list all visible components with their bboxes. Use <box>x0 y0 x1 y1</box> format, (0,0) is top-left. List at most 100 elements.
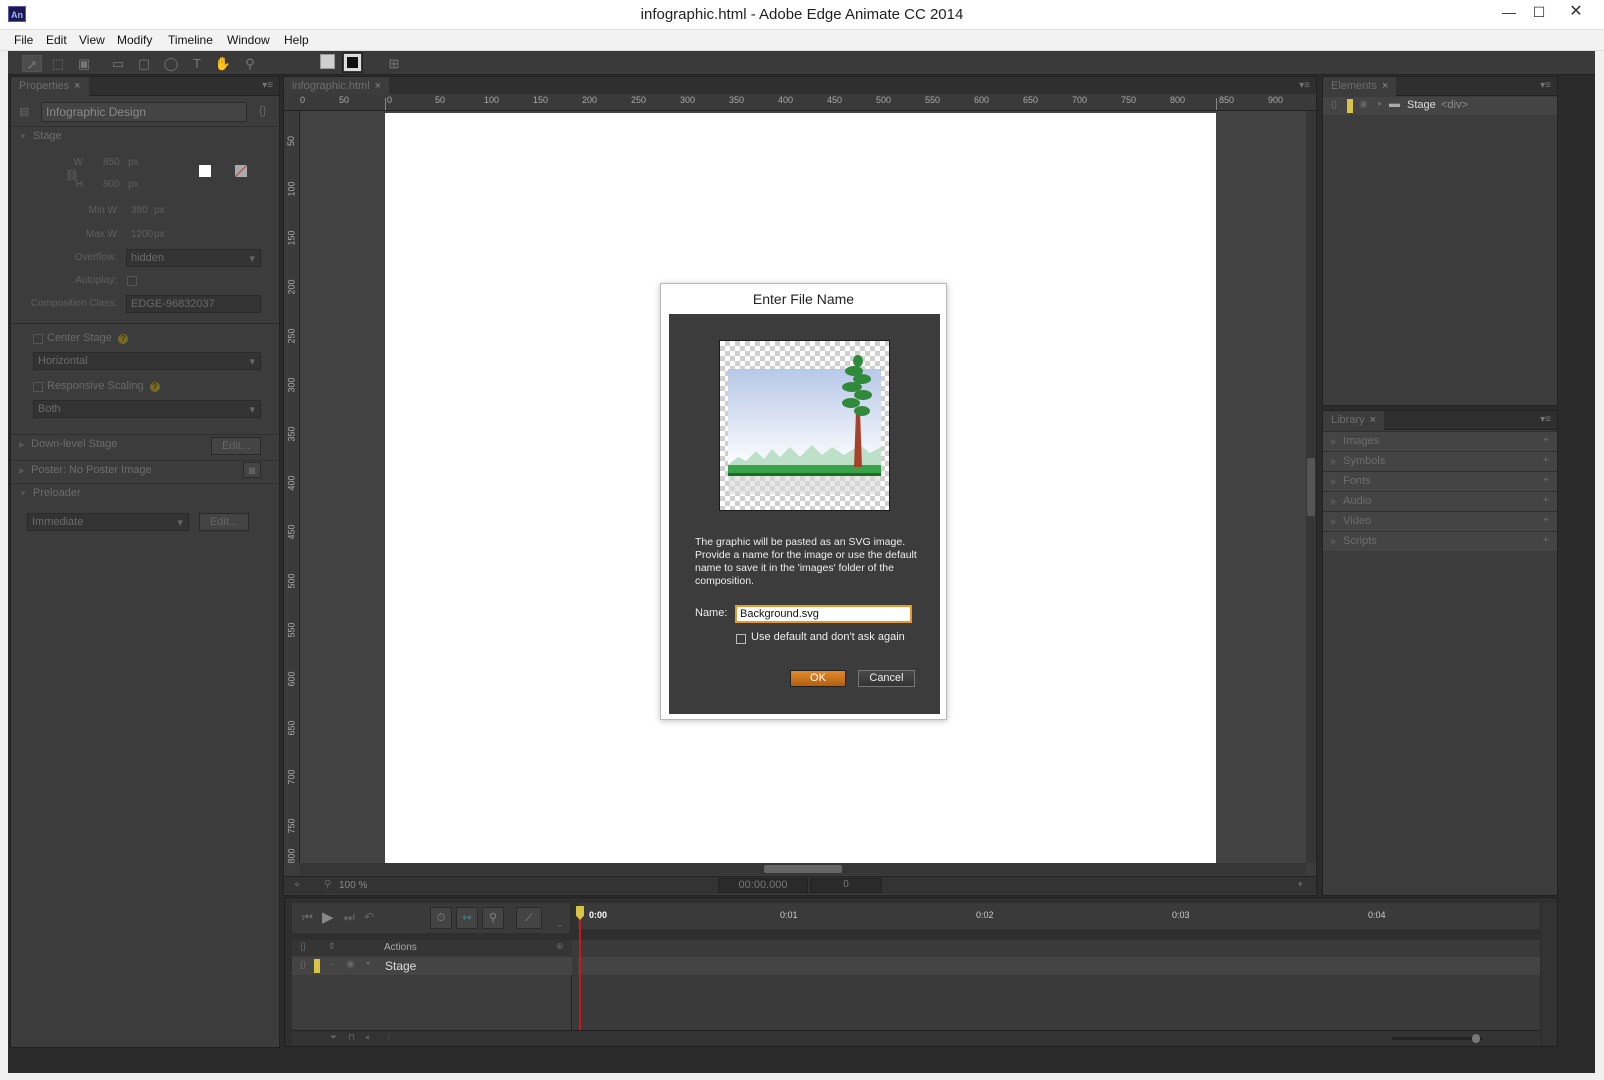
text-tool-icon[interactable]: T <box>187 55 207 72</box>
close-button[interactable]: ✕ <box>1556 0 1596 26</box>
w-unit[interactable]: px <box>128 157 139 168</box>
close-icon[interactable]: × <box>1382 80 1388 92</box>
grid-icon[interactable]: ⦙ <box>388 1032 390 1043</box>
panel-menu-icon[interactable]: ▾≡ <box>1299 80 1310 91</box>
timeline-actions-row[interactable]: {} ⇕ Actions ⊕ <box>292 940 572 956</box>
h-unit[interactable]: px <box>128 179 139 190</box>
menu-modify[interactable]: Modify <box>117 33 152 47</box>
lock-dot-icon[interactable]: ● <box>366 960 370 967</box>
downlevel-edit-button[interactable]: Edit... <box>211 437 261 455</box>
add-icon[interactable]: + <box>1543 434 1549 446</box>
library-section-audio[interactable]: ▶ Audio + <box>1323 491 1557 511</box>
min-w-unit[interactable]: px <box>154 205 165 216</box>
use-default-label[interactable]: Use default and don't ask again <box>751 631 905 643</box>
tab-library[interactable]: Library × <box>1323 411 1385 430</box>
panel-menu-icon[interactable]: ▾≡ <box>262 80 273 91</box>
composition-class-field[interactable]: EDGE-96832037 <box>126 295 261 313</box>
add-icon[interactable]: + <box>1543 494 1549 506</box>
timeline-vertical-scrollbar[interactable] <box>1542 903 1556 1045</box>
add-action-icon[interactable]: ⊕ <box>556 941 564 952</box>
section-poster[interactable]: ▶ Poster: No Poster Image <box>11 460 279 480</box>
preloader-edit-button[interactable]: Edit... <box>199 513 249 531</box>
timeline-ruler[interactable] <box>578 903 1540 929</box>
transform-tool-icon[interactable]: ⬚ <box>48 55 68 72</box>
max-w-value[interactable]: 1200 <box>131 229 153 240</box>
eye-icon[interactable]: ◉ <box>1359 99 1368 110</box>
horizontal-scroll-thumb[interactable] <box>764 865 842 873</box>
panel-menu-icon[interactable]: ▾≡ <box>1540 80 1551 91</box>
play-icon[interactable]: ▶ <box>322 908 334 926</box>
help-icon[interactable]: ? <box>117 334 128 344</box>
crosshair-icon[interactable]: ⌖ <box>294 879 300 892</box>
object-name-field[interactable]: Infographic Design <box>41 102 247 122</box>
selection-tool-icon[interactable]: ➚ <box>22 55 42 72</box>
w-value[interactable]: 850 <box>103 157 120 168</box>
ellipse-tool-icon[interactable]: ◯ <box>161 55 181 72</box>
menu-window[interactable]: Window <box>227 33 270 47</box>
library-section-video[interactable]: ▶ Video + <box>1323 511 1557 531</box>
menu-edit[interactable]: Edit <box>46 33 67 47</box>
close-icon[interactable]: × <box>1370 414 1376 426</box>
code-braces-icon[interactable]: {} <box>259 105 266 117</box>
stroke-color-swatch[interactable] <box>344 54 361 71</box>
collapse-icon[interactable]: – <box>330 959 335 969</box>
camera-icon[interactable]: ◙ <box>243 462 261 478</box>
menu-file[interactable]: File <box>14 33 33 47</box>
library-section-scripts[interactable]: ▶ Scripts + <box>1323 531 1557 551</box>
preloader-select[interactable]: Immediate <box>27 513 189 531</box>
max-w-unit[interactable]: px <box>154 229 165 240</box>
element-row-stage[interactable]: {} ◉ ● ▬ Stage <div> <box>1323 97 1557 115</box>
frame-display[interactable]: 0 <box>810 878 882 893</box>
playhead[interactable] <box>579 910 581 1030</box>
timeline-stage-track[interactable] <box>578 957 1540 975</box>
collapse-all-icon[interactable]: ⇕ <box>328 941 336 952</box>
audio-icon[interactable]: 🔈︎ <box>366 1032 371 1043</box>
add-icon[interactable]: + <box>1543 514 1549 526</box>
menu-timeline[interactable]: Timeline <box>168 33 213 47</box>
code-braces-icon[interactable]: {} <box>1331 99 1337 109</box>
responsive-scaling-select[interactable]: Both <box>33 400 261 418</box>
tab-elements[interactable]: Elements × <box>1323 77 1397 96</box>
help-icon[interactable]: ? <box>149 382 160 392</box>
section-stage[interactable]: ▼ Stage <box>11 126 279 146</box>
min-w-value[interactable]: 380 <box>131 205 148 216</box>
responsive-scaling-checkbox[interactable] <box>33 382 43 392</box>
code-braces-icon[interactable]: {} <box>300 959 306 969</box>
panel-menu-icon[interactable]: ▾≡ <box>1540 414 1551 425</box>
timeline-zoom-slider[interactable] <box>1392 1037 1482 1040</box>
library-section-images[interactable]: ▶ Images + <box>1323 431 1557 451</box>
go-to-start-icon[interactable]: ⏮ <box>302 910 313 925</box>
add-icon[interactable]: + <box>1543 454 1549 466</box>
stage-border-color-swatch[interactable] <box>235 165 247 177</box>
grid-icon[interactable]: ⊞ <box>384 55 404 72</box>
file-name-input[interactable]: Background.svg <box>735 605 912 623</box>
cancel-button[interactable]: Cancel <box>858 670 915 687</box>
use-default-checkbox[interactable] <box>736 634 746 644</box>
easing-icon[interactable]: ⟋ <box>516 907 542 929</box>
hand-tool-icon[interactable]: ✋ <box>213 55 233 72</box>
time-display[interactable]: 00:00.000 <box>718 878 808 893</box>
ok-button[interactable]: OK <box>790 670 846 687</box>
minimize-button[interactable]: — <box>1494 0 1524 26</box>
stage-background-color-swatch[interactable] <box>199 165 211 177</box>
vertical-scroll-thumb[interactable] <box>1307 458 1315 516</box>
timeline-zoom-thumb[interactable] <box>1472 1034 1480 1043</box>
rounded-rectangle-tool-icon[interactable]: ▢ <box>134 55 154 72</box>
code-braces-icon[interactable]: {} <box>300 941 306 951</box>
tab-properties[interactable]: Properties × <box>11 77 89 96</box>
maximize-button[interactable]: ☐ <box>1524 0 1554 26</box>
timeline-stage-row[interactable]: {} – ◉ ● Stage <box>292 957 572 975</box>
center-stage-select[interactable]: Horizontal <box>33 352 261 370</box>
lock-dot-icon[interactable]: ● <box>1377 99 1382 108</box>
menu-view[interactable]: View <box>79 33 105 47</box>
library-section-fonts[interactable]: ▶ Fonts + <box>1323 471 1557 491</box>
h-value[interactable]: 800 <box>103 179 120 190</box>
go-to-end-icon[interactable]: ⏭ <box>344 910 355 925</box>
autoplay-checkbox[interactable] <box>127 276 137 286</box>
auto-transition-icon[interactable]: ⇿ <box>456 907 478 929</box>
snap-icon[interactable]: ⊓ <box>348 1032 355 1043</box>
clipping-tool-icon[interactable]: ▣ <box>74 55 94 72</box>
library-section-symbols[interactable]: ▶ Symbols + <box>1323 451 1557 471</box>
zoom-level[interactable]: 100 % <box>339 880 367 891</box>
fill-color-swatch[interactable] <box>320 54 335 69</box>
